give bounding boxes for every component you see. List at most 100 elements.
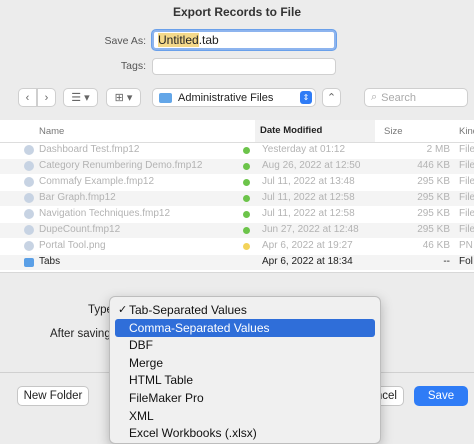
file-row[interactable]: Bar Graph.fmp12 Jul 11, 2022 at 12:58 295 … [0,191,474,206]
save-as-field[interactable]: Untitled.tab [152,30,336,50]
save-as-label: Save As: [104,35,146,47]
tag-dot-icon [243,179,250,186]
file-size: 2 MB [426,144,450,155]
tag-dot-icon [243,163,250,170]
search-placeholder: Search [381,91,417,104]
file-row[interactable]: Commafy Example.fmp12 Jul 11, 2022 at 13:… [0,175,474,190]
file-row[interactable]: Navigation Techniques.fmp12 Jul 11, 2022 … [0,207,474,222]
save-button[interactable]: Save [414,386,468,406]
file-row[interactable]: Category Renumbering Demo.fmp12 Aug 26, 2… [0,159,474,174]
forward-button[interactable]: › [37,88,56,107]
checkmark-icon: ✓ [118,304,128,316]
tags-label: Tags: [120,60,146,72]
file-icon [24,161,34,171]
export-dialog: Export Records to File Save As: Untitled… [0,0,474,444]
tag-dot-icon [243,195,250,202]
type-menu-item[interactable]: Merge [115,354,375,372]
file-date: Apr 6, 2022 at 19:27 [262,240,353,251]
back-button[interactable]: ‹ [18,88,37,107]
folder-row[interactable]: Tabs Apr 6, 2022 at 18:34 -- Fol [0,255,474,270]
type-menu-item-label: HTML Table [129,373,194,388]
folder-icon [159,92,172,103]
file-kind: File [459,208,474,219]
file-kind: File [459,192,474,203]
file-size: 295 KB [417,224,450,235]
column-date-modified[interactable]: Date Modified [255,120,375,142]
file-icon [24,177,34,187]
file-icon [24,241,34,251]
type-menu-item[interactable]: Excel Workbooks (.xlsx) [115,424,375,442]
tag-dot-icon [243,243,250,250]
file-icon [24,209,34,219]
file-row[interactable]: DupeCount.fmp12 Jun 27, 2022 at 12:48 295 … [0,223,474,238]
file-name: DupeCount.fmp12 [39,224,121,235]
file-kind: File [459,160,474,171]
file-date: Yesterday at 01:12 [262,144,346,155]
type-menu-item[interactable]: ✓ Tab-Separated Values [115,301,375,319]
file-icon [24,225,34,235]
tags-field[interactable] [152,58,336,75]
file-name: Navigation Techniques.fmp12 [39,208,171,219]
filename-base: Untitled [158,33,199,47]
type-menu-item-label: FileMaker Pro [129,391,204,405]
column-size[interactable]: Size [384,126,402,137]
type-menu-item-label: XML [129,408,154,423]
file-name: Category Renumbering Demo.fmp12 [39,160,203,171]
location-label: Administrative Files [178,91,274,104]
chevron-right-icon: › [44,91,49,104]
file-date: Jul 11, 2022 at 12:58 [262,192,355,203]
grid-view-button[interactable]: ⊞ ▾ [106,88,141,107]
location-popup[interactable]: Administrative Files ⇕ [152,88,316,107]
filename-ext: .tab [198,33,219,47]
list-view-button[interactable]: ☰ ▾ [63,88,98,107]
file-kind: File [459,224,474,235]
type-menu-item-label: Merge [129,355,164,370]
chevron-up-icon: ⌃ [326,92,337,104]
type-dropdown-menu: ✓ Tab-Separated Values Comma-Separated Val… [109,296,381,444]
file-icon [24,145,34,155]
tag-dot-icon [243,147,250,154]
column-name[interactable]: Name [39,126,64,137]
file-date: Aug 26, 2022 at 12:50 [262,160,361,171]
file-kind: File [459,144,474,155]
column-kind[interactable]: Kind [459,126,474,137]
collapse-button[interactable]: ⌃ [322,88,341,107]
type-menu-item-label: DBF [129,338,153,353]
new-folder-button[interactable]: New Folder [17,386,89,406]
chevron-left-icon: ‹ [25,91,30,104]
file-size: 446 KB [417,160,450,171]
file-row[interactable]: Dashboard Test.fmp12 Yesterday at 01:12 2 … [0,143,474,158]
file-date: Apr 6, 2022 at 18:34 [262,256,353,267]
search-icon: ⌕ [371,91,378,103]
search-field[interactable]: ⌕ Search [364,88,468,107]
file-name: Portal Tool.png [39,240,106,251]
file-size: 295 KB [417,208,450,219]
file-size: 295 KB [417,176,450,187]
file-size: 295 KB [417,192,450,203]
list-view-icon: ☰ ▾ [71,92,90,104]
after-saving-label: After saving: [50,328,114,340]
file-name: Bar Graph.fmp12 [39,192,116,203]
file-icon [24,193,34,203]
stepper-icon: ⇕ [300,91,312,104]
file-size: 46 KB [422,240,450,251]
type-menu-item-label: Tab-Separated Values [129,303,247,317]
type-menu-item[interactable]: DBF [115,336,375,354]
type-menu-item[interactable]: FileMaker Pro [115,389,375,407]
file-date: Jul 11, 2022 at 12:58 [262,208,355,219]
file-date: Jun 27, 2022 at 12:48 [262,224,359,235]
file-size: -- [443,256,450,267]
file-name: Commafy Example.fmp12 [39,176,155,187]
file-kind: File [459,176,474,187]
type-menu-item[interactable]: Comma-Separated Values [115,318,375,337]
file-list: Name Date Modified Size Kind Dashboard T… [0,120,474,272]
column-header: Name Date Modified Size Kind [0,120,474,143]
grid-view-icon: ⊞ ▾ [114,92,133,104]
type-menu-item[interactable]: HTML Table [115,371,375,389]
file-row[interactable]: Portal Tool.png Apr 6, 2022 at 19:27 46 KB… [0,239,474,254]
file-name: Dashboard Test.fmp12 [39,144,140,155]
file-date: Jul 11, 2022 at 13:48 [262,176,355,187]
type-menu-item-label: Comma-Separated Values [129,320,270,335]
file-kind: Fol [459,256,473,267]
type-menu-item[interactable]: XML [115,407,375,425]
